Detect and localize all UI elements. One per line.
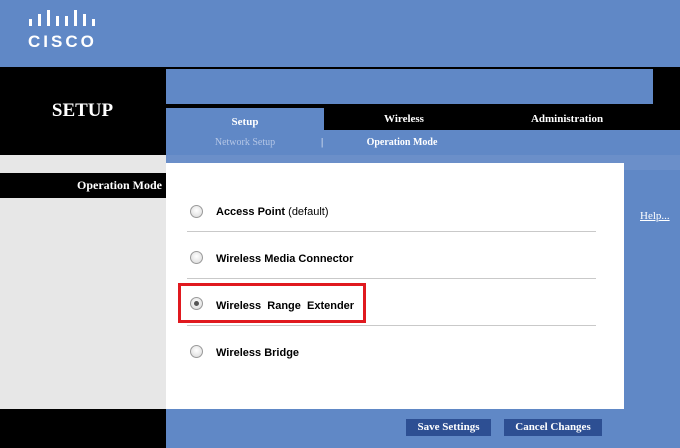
section-label: Operation Mode [77,178,162,192]
left-column [0,155,166,448]
logo-text: CISCO [28,32,97,51]
option-access-point-note: (default) [288,206,329,218]
save-settings-button[interactable]: Save Settings [406,419,491,436]
option-divider [187,231,596,232]
cancel-changes-button[interactable]: Cancel Changes [504,419,602,436]
option-access-point-label: Access Point [216,206,286,218]
option-divider [187,278,596,279]
cisco-logo: CISCO [26,6,106,51]
option-divider [187,325,596,326]
radio-wireless-bridge[interactable] [190,345,203,358]
option-wireless-media-connector: Wireless Media Connector [216,253,354,265]
help-link[interactable]: Help... [640,210,670,222]
page-title: SETUP [51,100,114,121]
tab-wireless[interactable]: Wireless [324,110,484,128]
header-banner-area [166,69,653,104]
cisco-bars-icon [29,10,95,26]
tab-administration[interactable]: Administration [484,110,650,128]
tab-setup[interactable]: Setup [166,108,324,130]
subnav-network-setup[interactable]: Network Setup [190,137,300,148]
option-access-point: Access Point (default) [216,206,329,218]
subnav-operation-mode[interactable]: Operation Mode [352,137,452,148]
selection-highlight-box [178,283,366,323]
subnav-separator: | [321,136,324,148]
option-wireless-bridge: Wireless Bridge [216,347,300,359]
left-footer [0,409,166,448]
radio-access-point[interactable] [190,205,203,218]
radio-wireless-media-connector[interactable] [190,251,203,264]
